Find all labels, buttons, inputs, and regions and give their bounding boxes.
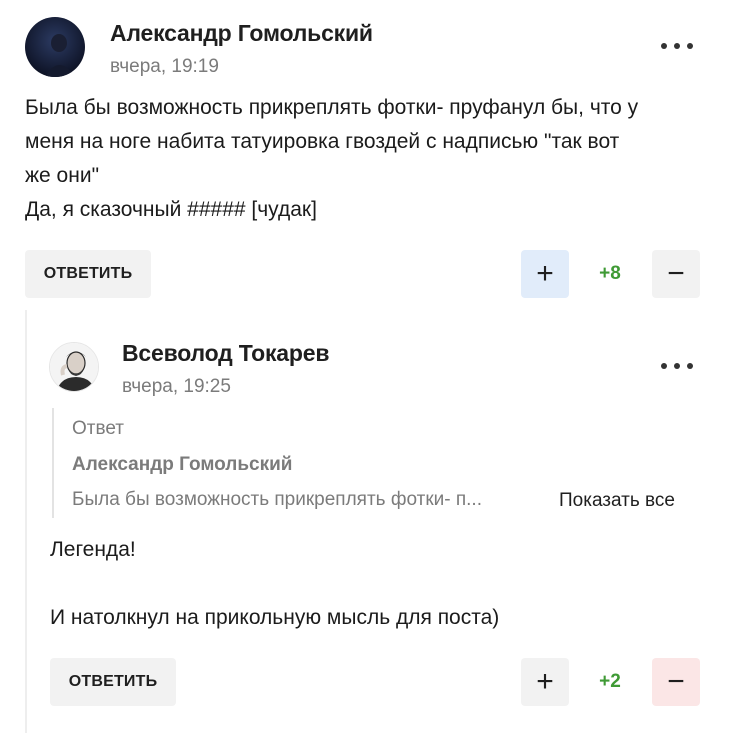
vote-count: +8 [599,263,621,284]
plus-icon: + [536,665,554,698]
show-all-link[interactable]: Показать все [559,490,675,512]
more-options-icon[interactable] [661,360,693,372]
downvote-button[interactable]: − [652,250,700,298]
comment-text-line: Да, я сказочный ##### [чудак] [25,198,317,221]
comment-text: Была бы возможность прикреплять фотки- п… [25,91,715,227]
comment-text-line: же они" [25,164,100,187]
quote-author: Александр Гомольский [72,454,293,475]
vote-count: +2 [599,671,621,692]
comment-author[interactable]: Всеволод Токарев [122,340,329,367]
downvote-button[interactable]: − [652,658,700,706]
upvote-button[interactable]: + [521,658,569,706]
minus-icon: − [667,257,685,290]
minus-icon: − [667,665,685,698]
upvote-button[interactable]: + [521,250,569,298]
more-options-icon[interactable] [661,40,693,52]
comment-text-line: Легенда! [50,538,136,561]
quote-label: Ответ [72,418,124,439]
reply-button[interactable]: ОТВЕТИТЬ [50,658,176,706]
user-avatar-icon[interactable] [25,17,85,77]
quote-text: Была бы возможность прикреплять фотки- п… [72,489,482,510]
comment-text-line: Была бы возможность прикреплять фотки- п… [25,96,639,119]
comment-text: Легенда! И натолкнул на прикольную мысль… [50,533,710,635]
quote-bar [52,408,54,518]
comment-text-line: меня на ноге набита татуировка гвоздей с… [25,130,620,153]
plus-icon: + [536,257,554,290]
user-avatar-icon[interactable] [49,342,99,392]
comment-author[interactable]: Александр Гомольский [110,20,373,47]
comment-timestamp: вчера, 19:25 [122,376,231,397]
reply-button[interactable]: ОТВЕТИТЬ [25,250,151,298]
comment-timestamp: вчера, 19:19 [110,56,219,77]
thread-line [25,310,27,733]
comment-text-line [50,567,710,601]
comment-text-line: И натолкнул на прикольную мысль для пост… [50,606,500,629]
